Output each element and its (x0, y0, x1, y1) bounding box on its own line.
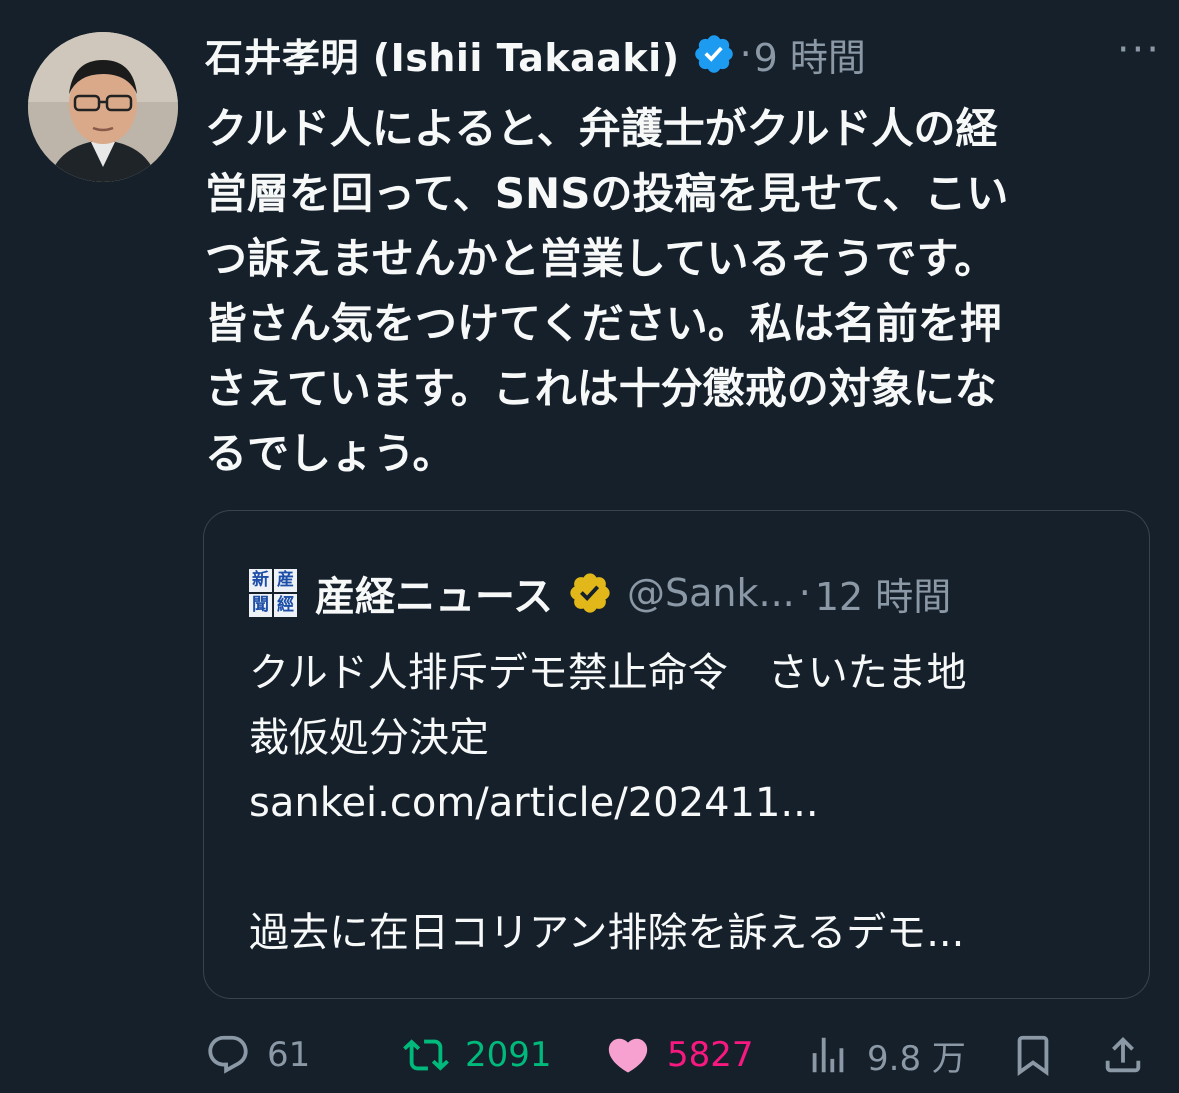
author-avatar[interactable] (28, 32, 178, 182)
logo-char: 經 (274, 594, 297, 617)
logo-char: 新 (249, 569, 272, 592)
verified-badge-icon[interactable] (692, 32, 736, 76)
share-icon (1105, 1036, 1141, 1073)
views-button[interactable]: 9.8 万 (805, 1025, 966, 1085)
reply-count: 61 (267, 1035, 311, 1075)
reply-button[interactable]: 61 (205, 1025, 310, 1085)
quoted-author-name: 産経ニュース (315, 574, 553, 620)
like-button[interactable]: 5827 (605, 1025, 754, 1085)
views-icon (812, 1037, 844, 1073)
views-count: 9.8 万 (867, 1038, 966, 1079)
quoted-separator: · (798, 571, 811, 615)
post-header: 石井孝明 (Ishii Takaaki) · 9 時間 (205, 22, 1159, 86)
avatar-portrait (28, 32, 178, 182)
quoted-text: クルド人排斥デモ禁止命令 さいたま地 裁仮処分決定 sankei.com/art… (249, 650, 967, 956)
more-icon[interactable]: ··· (1117, 30, 1161, 70)
logo-char: 聞 (249, 594, 272, 617)
like-icon (608, 1038, 648, 1073)
share-button[interactable] (1100, 1025, 1146, 1085)
like-count: 5827 (667, 1035, 754, 1075)
gold-verified-badge-icon (567, 570, 613, 616)
header-separator: · (739, 32, 752, 76)
quoted-handle: @Sank... (627, 571, 795, 615)
logo-char: 産 (274, 569, 297, 592)
post-time[interactable]: 9 時間 (754, 27, 866, 82)
author-name[interactable]: 石井孝明 (Ishii Takaaki) (205, 27, 680, 82)
quoted-time: 12 時間 (814, 574, 952, 619)
repost-icon (403, 1039, 449, 1071)
action-bar: 61 2091 5827 9.8 万 (205, 1025, 1155, 1085)
sankei-logo-icon: 新 産 聞 經 (249, 569, 297, 617)
repost-count: 2091 (465, 1035, 552, 1075)
reply-icon (208, 1035, 248, 1074)
repost-button[interactable]: 2091 (403, 1025, 552, 1085)
quoted-post-header: 新 産 聞 經 産経ニュース @Sank... · 12 時間 (249, 565, 1109, 621)
post-text: クルド人によると、弁護士がクルド人の経 営層を回って、SNSの投稿を見せて、こい… (205, 104, 1009, 478)
bookmark-icon (1017, 1035, 1049, 1076)
quoted-post[interactable]: 新 産 聞 經 産経ニュース @Sank... · 12 時間 クルド人排斥デモ… (203, 510, 1150, 999)
bookmark-button[interactable] (1010, 1025, 1056, 1085)
